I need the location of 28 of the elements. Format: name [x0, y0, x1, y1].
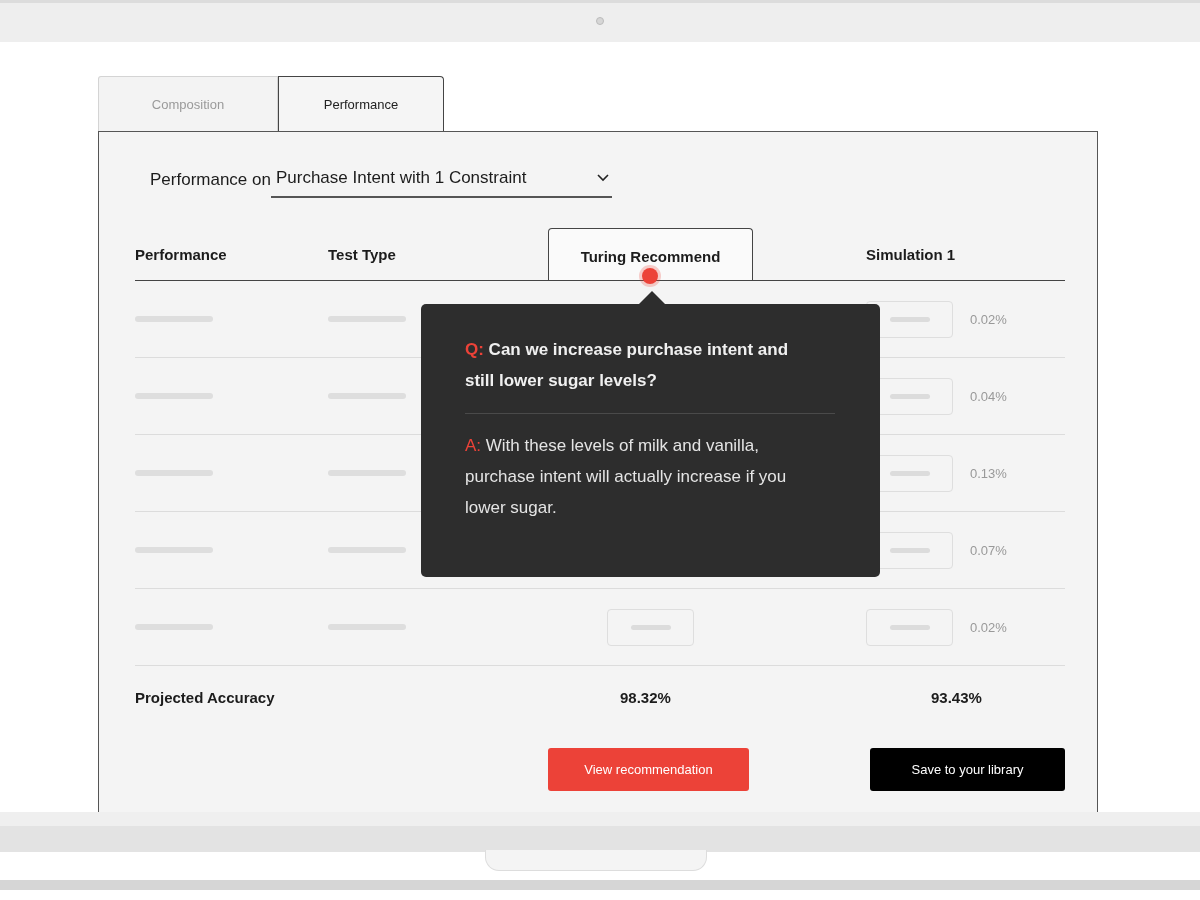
save-button[interactable]: Save to your library [870, 748, 1065, 791]
tab[interactable]: Performance [278, 76, 444, 131]
percentage-value: 0.02% [970, 311, 1007, 327]
placeholder-bar [889, 547, 930, 553]
column-header: Simulation 1 [866, 245, 956, 263]
placeholder-bar [889, 624, 930, 630]
row-label: Projected Accuracy [135, 688, 275, 706]
placeholder-bar [889, 393, 930, 399]
column-header: Test Type [328, 245, 396, 263]
placeholder-bar [630, 624, 671, 630]
percentage-value: 0.13% [970, 465, 1007, 481]
filter-label: Performance on [150, 169, 271, 191]
answer-text: A: With these levels of milk and vanilla, purchase intent will actually increase if you lower sugar. [465, 435, 788, 519]
question-text: Q: Can we increase purchase intent and still lower sugar levels? [465, 339, 790, 392]
column-header: Performance [135, 245, 227, 263]
column-header[interactable]: Turing Recommend [548, 228, 753, 280]
accuracy-value: 98.32% [620, 688, 671, 706]
chevron-down-icon [596, 174, 609, 182]
accuracy-value: 93.43% [930, 688, 982, 706]
percentage-value: 0.04% [970, 388, 1007, 404]
placeholder-bar [889, 470, 930, 476]
hotspot-marker[interactable] [642, 268, 658, 284]
metric-dropdown[interactable]: Purchase Intent with 1 Constraint [270, 165, 612, 198]
percentage-value: 0.02% [970, 619, 1007, 635]
view-recommendation-button[interactable]: View recommendation [548, 748, 749, 791]
percentage-value: 0.07% [970, 542, 1007, 558]
camera-icon [596, 17, 604, 25]
placeholder-bar [889, 316, 930, 322]
